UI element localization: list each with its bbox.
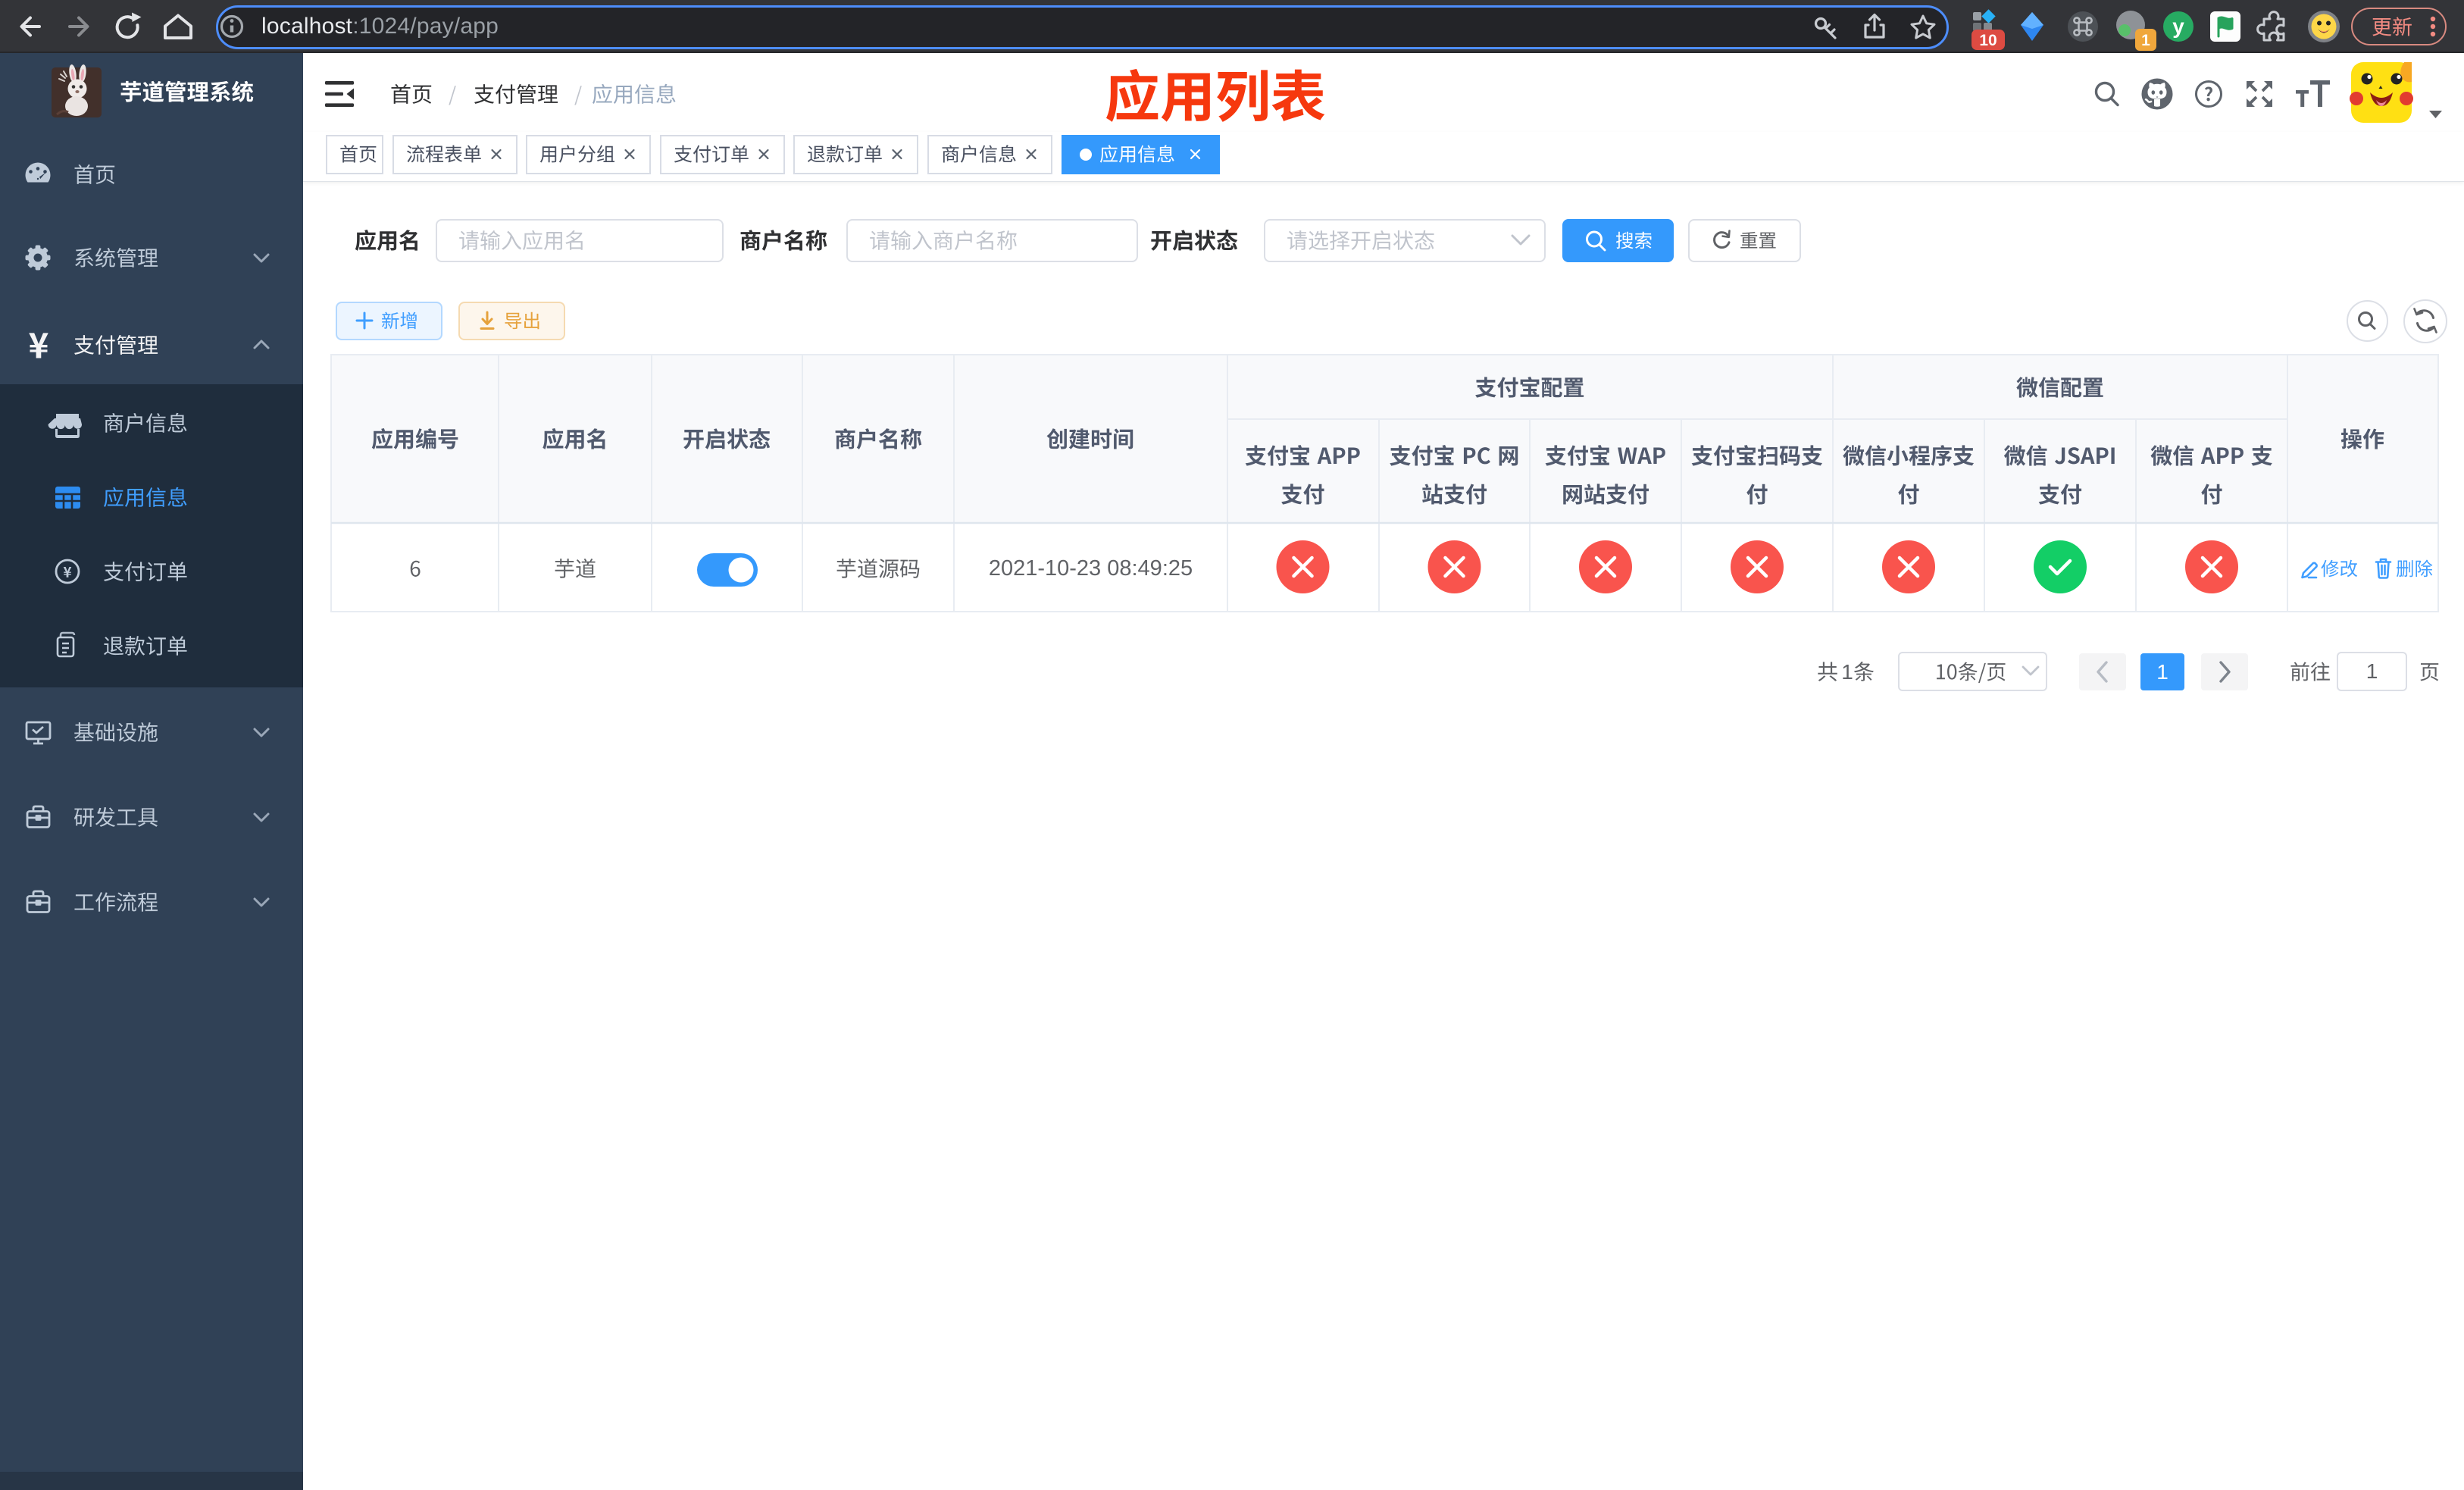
svg-text:1: 1: [1841, 660, 1853, 684]
